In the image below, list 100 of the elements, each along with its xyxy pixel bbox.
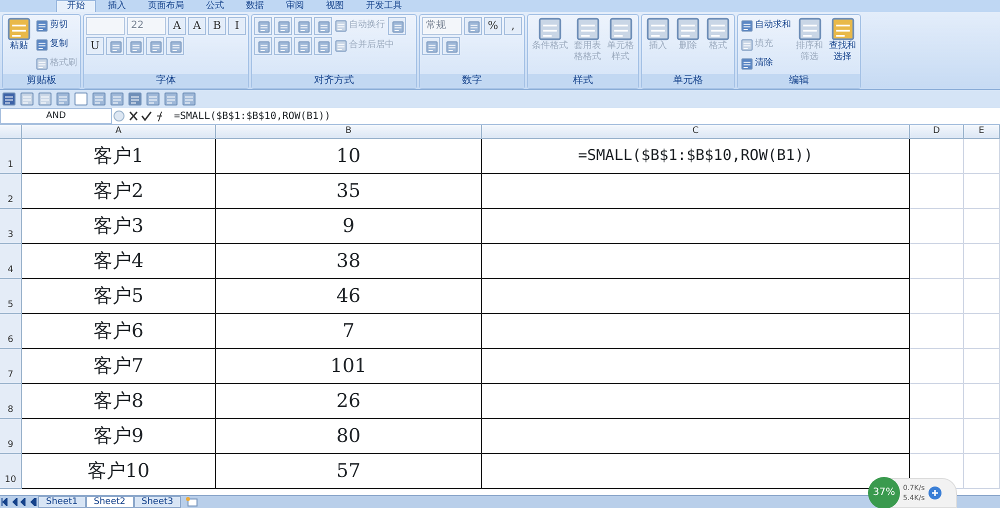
select-all-corner[interactable]	[0, 125, 22, 139]
row-header[interactable]: 1	[0, 139, 22, 174]
formula-text[interactable]: =SMALL($B$1:$B$10,ROW(B1))	[168, 108, 331, 124]
sheet-tab[interactable]: Sheet1	[38, 496, 86, 508]
toolbar-button[interactable]	[464, 17, 482, 35]
row-header[interactable]: 2	[0, 174, 22, 209]
format-button[interactable]: ,	[504, 17, 522, 35]
ribbon-button[interactable]: 查找和选择	[827, 17, 858, 71]
ribbon-tab[interactable]: 开发工具	[356, 0, 412, 12]
group-label: 对齐方式	[252, 74, 416, 88]
toolbar-button[interactable]	[182, 92, 196, 106]
toolbar-button[interactable]	[294, 17, 312, 35]
ribbon-button[interactable]: 粘贴	[5, 17, 33, 71]
sheet-nav-arrows-icon[interactable]	[0, 497, 38, 507]
ribbon-tab[interactable]: 数据	[236, 0, 274, 12]
toolbar-button[interactable]	[274, 37, 292, 55]
empty-cell	[910, 419, 964, 454]
toolbar-button[interactable]	[166, 37, 184, 55]
empty-cell	[964, 139, 1000, 174]
row-header[interactable]: 6	[0, 314, 22, 349]
toolbar-button[interactable]	[314, 17, 332, 35]
row-header[interactable]: 10	[0, 454, 22, 489]
name-box[interactable]: AND	[0, 108, 112, 124]
toolbar-button[interactable]	[110, 92, 124, 106]
combo-field[interactable]	[86, 17, 125, 35]
column-header[interactable]: A	[22, 125, 216, 139]
sheet-tab[interactable]: Sheet3	[134, 496, 182, 508]
toolbar-button[interactable]	[38, 92, 52, 106]
toolbar-button[interactable]	[314, 37, 332, 55]
format-button[interactable]: I	[228, 17, 246, 35]
group-label: 编辑	[738, 74, 860, 88]
table-cell: 客户5	[22, 279, 216, 314]
empty-cell	[910, 314, 964, 349]
format-button[interactable]: %	[484, 17, 502, 35]
combo-field[interactable]: 常规	[422, 17, 462, 35]
toolbar-button[interactable]	[2, 92, 16, 106]
table-cell: 101	[216, 349, 482, 384]
toolbar-button[interactable]	[254, 17, 272, 35]
toolbar-button[interactable]	[294, 37, 312, 55]
ribbon-tab[interactable]: 插入	[98, 0, 136, 12]
table-cell: 7	[216, 314, 482, 349]
ribbon-icon	[538, 17, 562, 41]
small-icon	[335, 20, 347, 32]
empty-cell	[964, 314, 1000, 349]
toolbar-button[interactable]	[126, 37, 144, 55]
table-cell: =SMALL($B$1:$B$10,ROW(B1))	[482, 139, 910, 174]
ribbon-tab[interactable]: 公式	[196, 0, 234, 12]
toolbar-button[interactable]	[422, 37, 440, 55]
ribbon-button[interactable]: 剪切	[35, 17, 78, 34]
toolbar-button[interactable]	[274, 17, 292, 35]
column-header[interactable]: E	[964, 125, 1000, 139]
ribbon-button[interactable]: 自动求和	[740, 17, 792, 34]
toolbar-button[interactable]	[56, 92, 70, 106]
ribbon-tab[interactable]: 视图	[316, 0, 354, 12]
toolbar-button[interactable]	[388, 17, 406, 35]
toolbar-button[interactable]	[128, 92, 142, 106]
toolbar-button[interactable]	[164, 92, 178, 106]
memory-percent: 37%	[868, 477, 900, 508]
toolbar-button[interactable]	[146, 37, 164, 55]
ribbon-tab[interactable]: 页面布局	[138, 0, 194, 12]
table-cell: 客户3	[22, 209, 216, 244]
row-header[interactable]: 5	[0, 279, 22, 314]
empty-cell	[910, 139, 964, 174]
sheet-tab[interactable]: Sheet2	[86, 496, 134, 508]
row-header[interactable]: 9	[0, 419, 22, 454]
toolbar-button[interactable]	[20, 92, 34, 106]
toolbar-button[interactable]	[442, 37, 460, 55]
row-header[interactable]: 4	[0, 244, 22, 279]
toolbar-button[interactable]	[254, 37, 272, 55]
ribbon-tab[interactable]: 开始	[56, 0, 96, 12]
format-button[interactable]: B	[208, 17, 226, 35]
empty-cell	[964, 209, 1000, 244]
ribbon-button[interactable]: 复制	[35, 36, 78, 53]
ribbon-icon	[576, 17, 600, 41]
format-button[interactable]: A	[188, 17, 206, 35]
table-cell: 38	[216, 244, 482, 279]
toolbar-button[interactable]	[146, 92, 160, 106]
row-header[interactable]: 7	[0, 349, 22, 384]
new-sheet-icon[interactable]	[185, 497, 200, 507]
group-label: 数字	[420, 74, 524, 88]
format-button[interactable]: A	[168, 17, 186, 35]
row-header[interactable]: 8	[0, 384, 22, 419]
column-header[interactable]: C	[482, 125, 910, 139]
ribbon-icon	[830, 17, 854, 41]
row-header[interactable]: 3	[0, 209, 22, 244]
toolbar-button[interactable]	[74, 92, 88, 106]
small-icon	[36, 38, 48, 50]
ribbon-button[interactable]: 清除	[740, 55, 792, 72]
plus-icon[interactable]	[928, 486, 942, 500]
table-cell: 客户2	[22, 174, 216, 209]
format-button[interactable]: U	[86, 37, 104, 55]
column-header[interactable]: B	[216, 125, 482, 139]
group-label: 样式	[528, 74, 638, 88]
small-icon	[741, 58, 753, 70]
toolbar-button[interactable]	[106, 37, 124, 55]
group-label: 字体	[84, 74, 248, 88]
ribbon-tab[interactable]: 审阅	[276, 0, 314, 12]
table-cell: 57	[216, 454, 482, 489]
column-header[interactable]: D	[910, 125, 964, 139]
toolbar-button[interactable]	[92, 92, 106, 106]
